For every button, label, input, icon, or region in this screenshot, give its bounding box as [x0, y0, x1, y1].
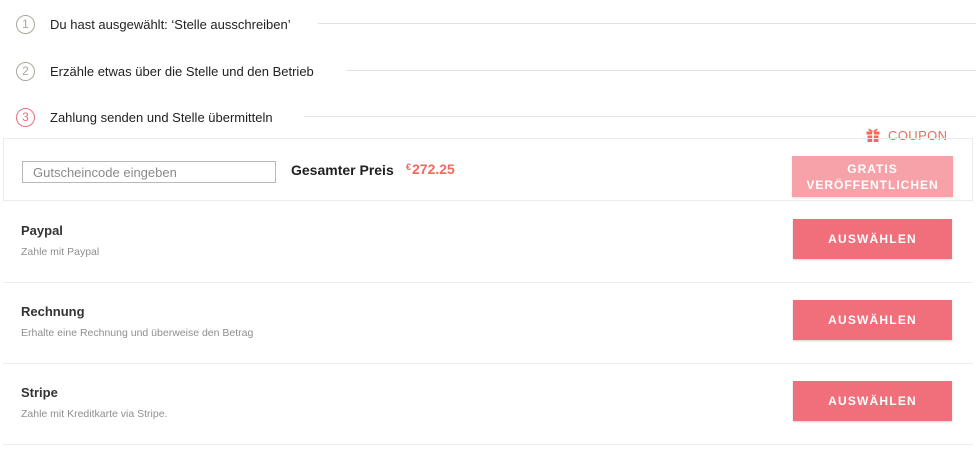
- step-1: 1 Du hast ausgewählt: ‘Stelle ausschreib…: [16, 12, 303, 36]
- step-3-number: 3: [16, 107, 35, 127]
- payment-option-paypal: Paypal Zahle mit Paypal AUSWÄHLEN: [3, 202, 973, 283]
- step-2-number: 2: [16, 61, 35, 81]
- total-price-label: Gesamter Preis: [291, 162, 394, 178]
- free-publish-button[interactable]: GRATIS VERÖFFENTLICHEN: [792, 156, 953, 197]
- step-3-label: Zahlung senden und Stelle übermitteln: [50, 109, 273, 125]
- total-price-value: €272.25: [406, 161, 455, 177]
- step-1-number: 1: [16, 14, 35, 34]
- step-2: 2 Erzähle etwas über die Stelle und den …: [16, 59, 326, 83]
- step-1-divider: [318, 23, 976, 24]
- payment-option-invoice: Rechnung Erhalte eine Rechnung und überw…: [3, 283, 973, 364]
- payment-description: Erhalte eine Rechnung und überweise den …: [21, 327, 254, 339]
- step-2-label: Erzähle etwas über die Stelle und den Be…: [50, 63, 314, 79]
- free-publish-line2: VERÖFFENTLICHEN: [806, 177, 939, 192]
- step-3-divider: [304, 116, 976, 117]
- payment-option-stripe: Stripe Zahle mit Kreditkarte via Stripe.…: [3, 364, 973, 445]
- payment-title: Rechnung: [21, 304, 85, 319]
- payment-description: Zahle mit Paypal: [21, 246, 100, 258]
- payment-title: Stripe: [21, 385, 58, 400]
- select-paypal-button[interactable]: AUSWÄHLEN: [793, 219, 952, 259]
- select-invoice-button[interactable]: AUSWÄHLEN: [793, 300, 952, 340]
- coupon-code-input[interactable]: [22, 161, 276, 183]
- step-2-divider: [346, 70, 976, 71]
- price-summary: Gesamter Preis €272.25 GRATIS VERÖFFENTL…: [3, 138, 973, 201]
- step-1-label: Du hast ausgewählt: ‘Stelle ausschreiben…: [50, 16, 291, 32]
- select-stripe-button[interactable]: AUSWÄHLEN: [793, 381, 952, 421]
- payment-description: Zahle mit Kreditkarte via Stripe.: [21, 408, 168, 420]
- total-amount: 272.25: [412, 161, 455, 177]
- step-3: 3 Zahlung senden und Stelle übermitteln: [16, 105, 285, 129]
- free-publish-line1: GRATIS: [847, 161, 898, 176]
- payment-title: Paypal: [21, 223, 63, 238]
- currency-symbol: €: [406, 162, 412, 172]
